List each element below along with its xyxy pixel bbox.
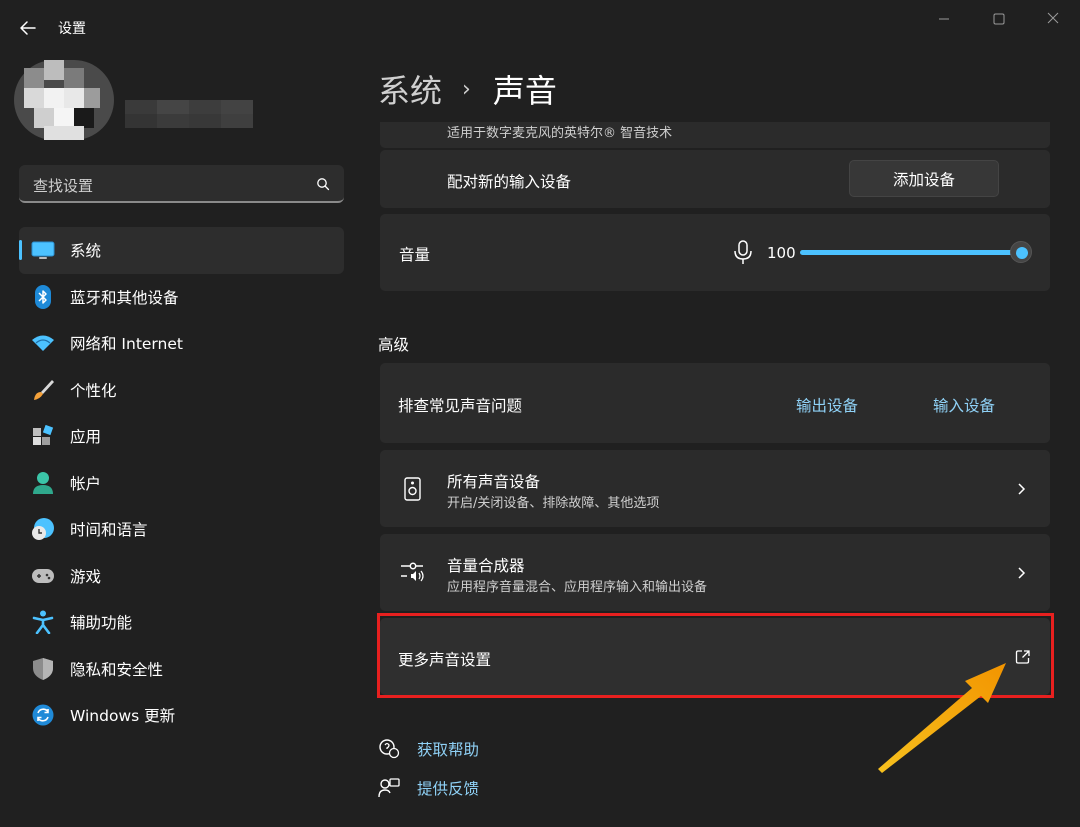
breadcrumb-separator: ›: [462, 76, 471, 102]
brush-icon: [31, 378, 55, 402]
troubleshoot-output-link[interactable]: 输出设备: [796, 394, 858, 416]
maximize-button[interactable]: [986, 8, 1012, 30]
pair-input-device-label: 配对新的输入设备: [447, 173, 572, 191]
bluetooth-icon: [31, 284, 55, 309]
sidebar-item-personalization[interactable]: 个性化: [19, 367, 344, 414]
shield-icon: [31, 657, 55, 681]
gaming-icon: [31, 564, 55, 588]
chevron-right-icon: [1018, 567, 1026, 579]
search-icon: [317, 178, 330, 191]
title-bar: 设置: [0, 0, 1080, 48]
close-button[interactable]: [1040, 8, 1066, 30]
time-language-icon: [31, 517, 55, 541]
sidebar-item-label: 系统: [70, 242, 102, 261]
feedback-icon: [378, 778, 400, 798]
sidebar-item-network[interactable]: 网络和 Internet: [19, 320, 344, 367]
sidebar-item-label: 应用: [70, 428, 102, 447]
annotation-arrow-icon: [878, 663, 1006, 773]
speaker-icon: [404, 477, 421, 501]
avatar[interactable]: [14, 60, 114, 140]
apps-icon: [31, 424, 55, 448]
sidebar-item-privacy[interactable]: 隐私和安全性: [19, 646, 344, 693]
volume-mixer-subtitle: 应用程序音量混合、应用程序输入和输出设备: [447, 580, 708, 595]
breadcrumb: 系统 › 声音: [378, 66, 557, 112]
sidebar-item-label: 时间和语言: [70, 521, 148, 540]
network-icon: [31, 331, 55, 355]
microphone-enhancement-subtitle: 适用于数字麦克风的英特尔® 智音技术: [447, 126, 673, 141]
volume-slider-thumb[interactable]: [1010, 241, 1032, 263]
sidebar-item-label: 个性化: [70, 381, 117, 400]
search-input[interactable]: 查找设置: [19, 165, 344, 203]
sidebar-item-system[interactable]: 系统: [19, 227, 344, 274]
volume-label: 音量: [399, 246, 431, 264]
volume-value: 100: [767, 244, 796, 262]
user-name-redacted: [125, 100, 253, 130]
back-button[interactable]: [14, 14, 42, 42]
account-icon: [31, 471, 55, 495]
troubleshoot-label: 排查常见声音问题: [398, 397, 523, 415]
sidebar-item-label: 网络和 Internet: [70, 335, 183, 354]
sidebar-item-label: 游戏: [70, 567, 102, 586]
microphone-enhancement-card: 适用于数字麦克风的英特尔® 智音技术: [380, 122, 1050, 148]
give-feedback-link[interactable]: 提供反馈: [417, 777, 479, 799]
minimize-button[interactable]: [931, 8, 957, 30]
volume-mixer-icon: [401, 562, 424, 582]
volume-mixer-card[interactable]: 音量合成器 应用程序音量混合、应用程序输入和输出设备: [380, 534, 1050, 611]
add-device-button[interactable]: 添加设备: [849, 160, 999, 197]
all-sound-devices-subtitle: 开启/关闭设备、排除故障、其他选项: [447, 496, 660, 511]
sidebar-item-label: 隐私和安全性: [70, 660, 164, 679]
volume-mixer-title: 音量合成器: [447, 557, 525, 575]
minimize-icon: [939, 18, 949, 20]
system-icon: [31, 238, 55, 262]
breadcrumb-parent[interactable]: 系统: [378, 66, 442, 112]
app-title: 设置: [58, 21, 86, 37]
sidebar-item-label: 帐户: [70, 474, 102, 493]
sidebar-item-label: 辅助功能: [70, 614, 133, 633]
advanced-section-title: 高级: [378, 336, 410, 354]
sidebar-item-bluetooth[interactable]: 蓝牙和其他设备: [19, 274, 344, 321]
sidebar-item-accessibility[interactable]: 辅助功能: [19, 599, 344, 646]
chevron-right-icon: [1018, 483, 1026, 495]
sidebar-item-accounts[interactable]: 帐户: [19, 460, 344, 507]
maximize-icon: [993, 13, 1005, 25]
all-sound-devices-card[interactable]: 所有声音设备 开启/关闭设备、排除故障、其他选项: [380, 450, 1050, 527]
accessibility-icon: [31, 610, 55, 635]
sidebar-item-windows-update[interactable]: Windows 更新: [19, 692, 344, 739]
close-icon: [1047, 12, 1059, 24]
back-arrow-icon: [20, 21, 36, 35]
sidebar-item-label: 蓝牙和其他设备: [70, 288, 179, 307]
sidebar-nav: 系统 蓝牙和其他设备 网络和 Internet 个性化 应用 帐户 时间和语言 …: [19, 227, 344, 739]
troubleshoot-input-link[interactable]: 输入设备: [933, 394, 995, 416]
sidebar-item-gaming[interactable]: 游戏: [19, 553, 344, 600]
volume-slider-track[interactable]: [800, 250, 1022, 255]
sidebar-item-apps[interactable]: 应用: [19, 413, 344, 460]
pair-input-device-card: 配对新的输入设备 添加设备: [380, 150, 1050, 208]
sidebar-item-label: Windows 更新: [70, 707, 176, 726]
search-placeholder: 查找设置: [33, 177, 94, 195]
page-title: 声音: [492, 72, 557, 110]
troubleshoot-card: 排查常见声音问题 输出设备 输入设备: [380, 363, 1050, 443]
help-icon: [379, 739, 400, 759]
microphone-icon[interactable]: [733, 240, 753, 266]
sidebar-item-time-language[interactable]: 时间和语言: [19, 506, 344, 553]
get-help-link[interactable]: 获取帮助: [417, 738, 479, 760]
windows-update-icon: [31, 703, 55, 727]
all-sound-devices-title: 所有声音设备: [447, 473, 541, 491]
